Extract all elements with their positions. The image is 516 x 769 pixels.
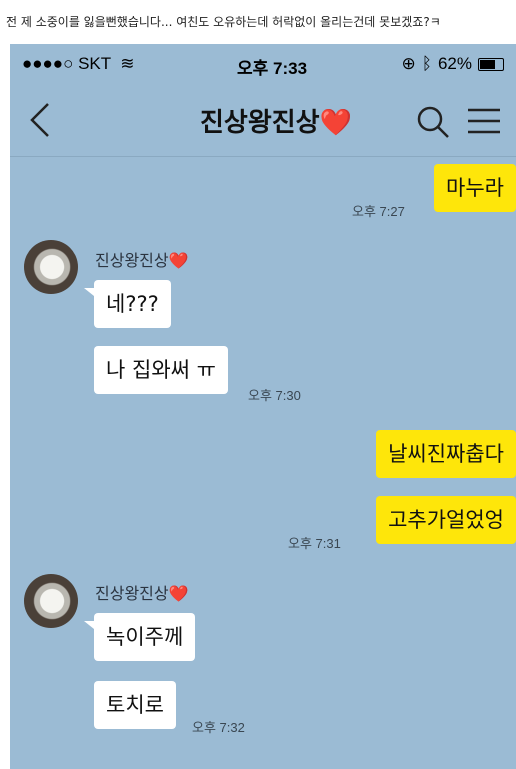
message-time: 오후 7:31 xyxy=(288,536,341,551)
chat-screen: ●●●●○ SKT ≋ 오후 7:33 ⊕ ᛒ 62% 진상왕진상❤️ 오후 7… xyxy=(10,44,516,769)
bubble-tail xyxy=(84,288,94,296)
message-time: 오후 7:30 xyxy=(248,388,301,403)
message-bubble-theirs[interactable]: 나 집와써 ㅠ xyxy=(94,346,228,394)
status-right: ⊕ ᛒ 62% xyxy=(402,54,504,74)
bubble-tail xyxy=(84,621,94,629)
signal-label: ●●●●○ SKT xyxy=(22,54,111,73)
message-bubble-theirs[interactable]: 녹이주께 xyxy=(94,613,196,661)
message-time: 오후 7:27 xyxy=(352,204,405,219)
post-caption: 전 제 소중이를 잃을뻔했습니다... 여친도 오유하는데 허락없이 올리는건데… xyxy=(6,15,441,29)
battery-icon xyxy=(478,57,504,71)
status-time: 오후 7:33 xyxy=(237,59,308,78)
chat-header: 진상왕진상❤️ xyxy=(10,88,516,157)
message-time: 오후 7:32 xyxy=(192,720,245,735)
rotation-lock-icon: ⊕ xyxy=(401,54,416,73)
chat-title: 진상왕진상❤️ xyxy=(200,108,352,138)
message-bubble-mine[interactable]: 날씨진짜춥다 xyxy=(376,430,516,478)
back-chevron-icon[interactable] xyxy=(26,100,56,140)
message-bubble-theirs[interactable]: 토치로 xyxy=(94,681,176,729)
battery-percent: 62% xyxy=(437,54,472,73)
sender-name: 진상왕진상❤️ xyxy=(95,251,189,270)
avatar[interactable] xyxy=(24,574,78,628)
message-bubble-mine[interactable]: 고추가얼었엉 xyxy=(376,496,516,544)
status-bar: ●●●●○ SKT ≋ 오후 7:33 ⊕ ᛒ 62% xyxy=(10,44,516,88)
menu-icon[interactable] xyxy=(466,106,502,136)
search-icon[interactable] xyxy=(415,104,451,140)
avatar[interactable] xyxy=(24,240,78,294)
sender-name: 진상왕진상❤️ xyxy=(95,584,189,603)
carrier-signal: ●●●●○ SKT ≋ xyxy=(22,54,135,74)
bluetooth-icon: ᛒ xyxy=(421,54,432,73)
message-bubble-theirs[interactable]: 네??? xyxy=(94,280,171,328)
wifi-icon: ≋ xyxy=(115,54,135,73)
message-bubble-mine[interactable]: 마누라 xyxy=(434,164,516,212)
